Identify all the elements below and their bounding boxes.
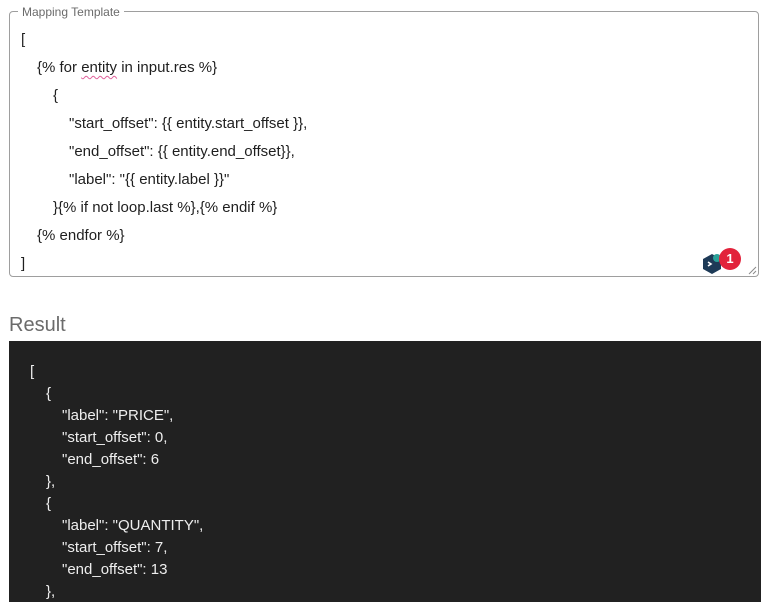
code-text: in input.res %}: [117, 59, 218, 76]
code-line: "label": "QUANTITY",: [62, 517, 204, 534]
mapping-template-field[interactable]: Mapping Template [ {% for entity in input…: [9, 4, 759, 278]
code-line: },: [46, 473, 56, 490]
code-line: [: [21, 31, 26, 48]
assistant-widget[interactable]: 1: [702, 246, 742, 278]
notification-badge[interactable]: 1: [719, 248, 741, 270]
code-line: "label": "PRICE",: [62, 407, 174, 424]
mapping-template-label: Mapping Template: [18, 4, 124, 20]
result-heading: Result: [9, 314, 66, 336]
code-line: "start_offset": {{ entity.start_offset }…: [69, 115, 308, 132]
code-line: "start_offset": 7,: [62, 539, 168, 556]
code-line: "start_offset": 0,: [62, 429, 168, 446]
code-line: {: [46, 495, 52, 512]
code-line: ]: [21, 255, 26, 272]
code-text: {% for: [37, 59, 82, 76]
code-line: {: [53, 87, 59, 104]
result-json: [ { "label": "PRICE", "start_offset": 0, "en…: [30, 361, 203, 602]
code-line: [: [30, 363, 35, 380]
code-line: {: [46, 385, 52, 402]
result-output-panel: [ { "label": "PRICE", "start_offset": 0, "en…: [9, 341, 761, 602]
spellcheck-flagged-word: entity: [81, 59, 118, 76]
code-line: {% for entity in input.res %}: [21, 54, 307, 82]
mapping-template-editor[interactable]: [ {% for entity in input.res %} { "start_of…: [21, 26, 307, 278]
code-line: },: [46, 583, 56, 600]
code-line: "label": "{{ entity.label }}": [69, 171, 230, 188]
code-line: }{% if not loop.last %},{% endif %}: [53, 199, 278, 216]
code-line: {% endfor %}: [37, 227, 125, 244]
code-line: "end_offset": {{ entity.end_offset}},: [69, 143, 295, 160]
code-line: "end_offset": 13: [62, 561, 168, 578]
resize-handle-icon[interactable]: [748, 266, 757, 275]
code-line: "end_offset": 6: [62, 451, 160, 468]
